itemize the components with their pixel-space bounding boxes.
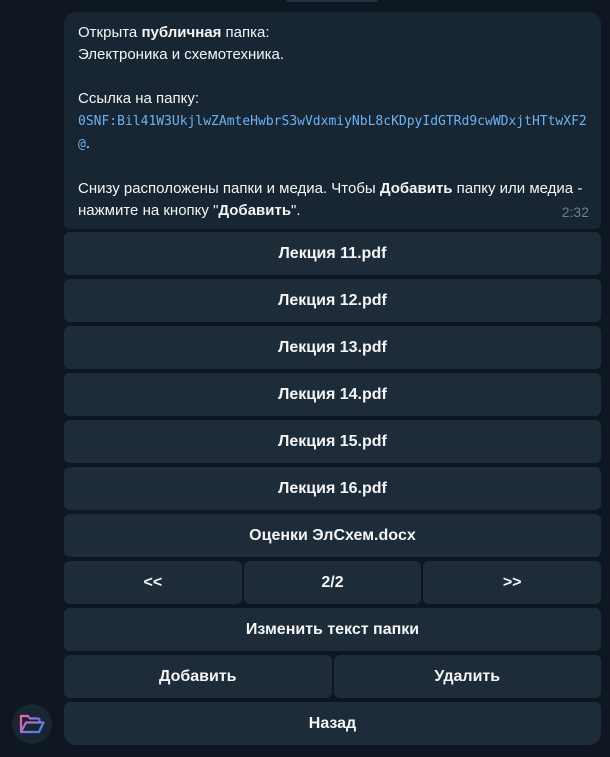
chat-view: Открыта публичная папка: Электроника и с… bbox=[0, 0, 610, 757]
back-button[interactable]: Назад bbox=[64, 702, 601, 745]
message-info: Снизу расположены папки и медиа. Чтобы Д… bbox=[78, 180, 583, 219]
message-link-line: 0SNF:Bil41W3UkjlwZAmteHwbrS3wVdxmiyNbL8c… bbox=[78, 114, 587, 152]
file-button-lecture-15[interactable]: Лекция 15.pdf bbox=[64, 420, 601, 463]
file-button-lecture-13[interactable]: Лекция 13.pdf bbox=[64, 326, 601, 369]
page-indicator-button[interactable]: 2/2 bbox=[243, 561, 422, 604]
message-link-label: Ссылка на папку: bbox=[78, 90, 200, 107]
add-button[interactable]: Добавить bbox=[64, 655, 332, 698]
edit-folder-text-button[interactable]: Изменить текст папки bbox=[64, 608, 601, 651]
delete-button[interactable]: Удалить bbox=[333, 655, 601, 698]
next-page-button[interactable]: >> bbox=[423, 561, 602, 604]
message-time: 2:32 bbox=[561, 204, 589, 220]
message-folder-name: Электроника и схемотехника. bbox=[78, 46, 285, 63]
file-button-lecture-16[interactable]: Лекция 16.pdf bbox=[64, 467, 601, 510]
folder-open-icon bbox=[19, 714, 45, 734]
file-button-lecture-11[interactable]: Лекция 11.pdf bbox=[64, 232, 601, 275]
message-line-1: Открыта публичная папка: bbox=[78, 24, 270, 41]
prev-page-button[interactable]: << bbox=[64, 561, 242, 604]
previous-message-edge bbox=[286, 0, 378, 2]
bot-message-bubble: Открыта публичная папка: Электроника и с… bbox=[64, 12, 601, 229]
inline-keyboard: Лекция 11.pdf Лекция 12.pdf Лекция 13.pd… bbox=[64, 232, 602, 749]
folder-link-code[interactable]: 0SNF:Bil41W3UkjlwZAmteHwbrS3wVdxmiyNbL8c… bbox=[78, 114, 587, 152]
file-button-lecture-14[interactable]: Лекция 14.pdf bbox=[64, 373, 601, 416]
file-button-lecture-12[interactable]: Лекция 12.pdf bbox=[64, 279, 601, 322]
bot-avatar[interactable] bbox=[12, 704, 52, 744]
file-button-grades[interactable]: Оценки ЭлСхем.docx bbox=[64, 514, 601, 557]
